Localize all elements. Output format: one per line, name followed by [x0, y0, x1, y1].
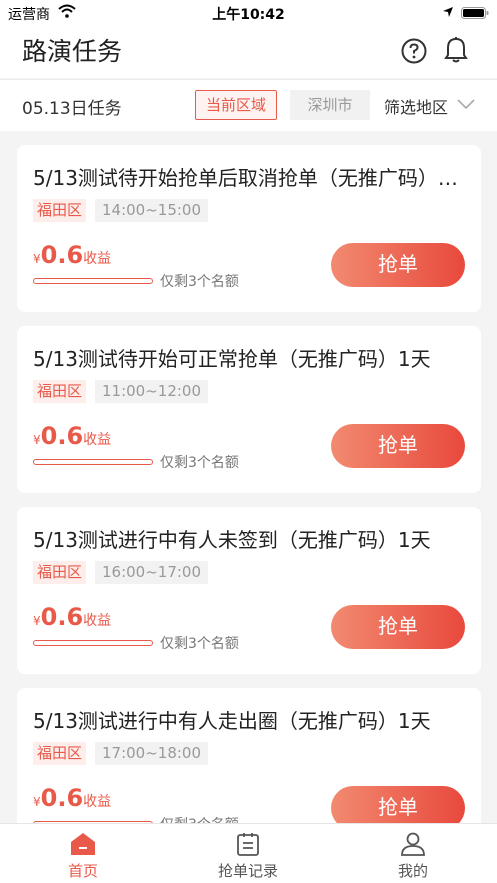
- bell-icon[interactable]: [444, 36, 468, 64]
- task-card[interactable]: 5/13测试进行中有人未签到（无推广码）1天 福田区 16:00~17:00 ¥…: [17, 507, 481, 674]
- quota-progress-bar: [33, 278, 153, 284]
- earnings-amount: 0.6: [40, 422, 84, 450]
- earnings: ¥0.6收益: [33, 784, 111, 812]
- earnings-unit: 收益: [83, 432, 112, 448]
- earnings: ¥0.6收益: [33, 241, 111, 269]
- grab-order-button[interactable]: 抢单: [331, 243, 465, 287]
- location-arrow-icon: [443, 7, 453, 17]
- grab-order-button[interactable]: 抢单: [331, 605, 465, 649]
- currency-symbol: ¥: [33, 795, 41, 809]
- district-tag: 福田区: [33, 742, 87, 765]
- earnings-unit: 收益: [83, 251, 112, 267]
- tab-label: 我的: [397, 862, 428, 880]
- district-tag: 福田区: [33, 561, 87, 584]
- district-tag: 福田区: [33, 380, 87, 403]
- tab-home[interactable]: 首页: [13, 824, 153, 883]
- battery-icon: [461, 7, 489, 19]
- tab-label: 首页: [67, 862, 98, 880]
- tab-label: 抢单记录: [217, 862, 278, 880]
- filter-region-dropdown[interactable]: 筛选地区: [384, 94, 448, 118]
- time-range-tag: 14:00~15:00: [95, 199, 209, 222]
- city-selector[interactable]: 深圳市: [290, 90, 370, 120]
- task-title: 5/13测试待开始抢单后取消抢单（无推广码）1天: [33, 166, 465, 190]
- currency-symbol: ¥: [33, 433, 41, 447]
- task-title: 5/13测试待开始可正常抢单（无推广码）1天: [33, 347, 431, 371]
- home-icon: [71, 833, 95, 855]
- task-date-label: 05.13日任务: [22, 99, 122, 119]
- remaining-quota: 仅剩3个名额: [160, 636, 239, 652]
- earnings-unit: 收益: [83, 794, 112, 810]
- earnings-amount: 0.6: [40, 241, 84, 269]
- help-icon[interactable]: [401, 38, 427, 64]
- remaining-quota: 仅剩3个名额: [160, 455, 239, 471]
- time-range-tag: 16:00~17:00: [95, 561, 209, 584]
- district-tag: 福田区: [33, 199, 87, 222]
- bottom-tab-bar: 首页 抢单记录 我的: [0, 823, 497, 883]
- current-area-button[interactable]: 当前区域: [195, 90, 277, 120]
- earnings-unit: 收益: [83, 613, 112, 629]
- quota-progress-bar: [33, 459, 153, 465]
- tab-grab-records[interactable]: 抢单记录: [178, 824, 318, 883]
- filter-bar: 05.13日任务 当前区域 深圳市 筛选地区: [0, 79, 497, 131]
- time-range-tag: 17:00~18:00: [95, 742, 209, 765]
- clipboard-icon: [237, 833, 259, 856]
- earnings-amount: 0.6: [40, 603, 84, 631]
- user-icon: [401, 832, 425, 856]
- status-bar: 运营商 上午10:42: [0, 0, 497, 26]
- grab-order-button[interactable]: 抢单: [331, 424, 465, 468]
- task-card[interactable]: 5/13测试待开始抢单后取消抢单（无推广码）1天 福田区 14:00~15:00…: [17, 145, 481, 312]
- task-title: 5/13测试进行中有人未签到（无推广码）1天: [33, 528, 431, 552]
- remaining-quota: 仅剩3个名额: [160, 274, 239, 290]
- task-title: 5/13测试进行中有人走出圈（无推广码）1天: [33, 709, 431, 733]
- earnings-amount: 0.6: [40, 784, 84, 812]
- earnings: ¥0.6收益: [33, 603, 111, 631]
- currency-symbol: ¥: [33, 252, 41, 266]
- task-card[interactable]: 5/13测试待开始可正常抢单（无推广码）1天 福田区 11:00~12:00 ¥…: [17, 326, 481, 493]
- time-range-tag: 11:00~12:00: [95, 380, 209, 403]
- app-header: 路演任务: [0, 26, 497, 78]
- earnings: ¥0.6收益: [33, 422, 111, 450]
- quota-progress-bar: [33, 640, 153, 646]
- chevron-down-icon[interactable]: [456, 98, 476, 110]
- currency-symbol: ¥: [33, 614, 41, 628]
- clock: 上午10:42: [212, 7, 285, 23]
- tab-mine[interactable]: 我的: [343, 824, 483, 883]
- page-title: 路演任务: [22, 37, 123, 66]
